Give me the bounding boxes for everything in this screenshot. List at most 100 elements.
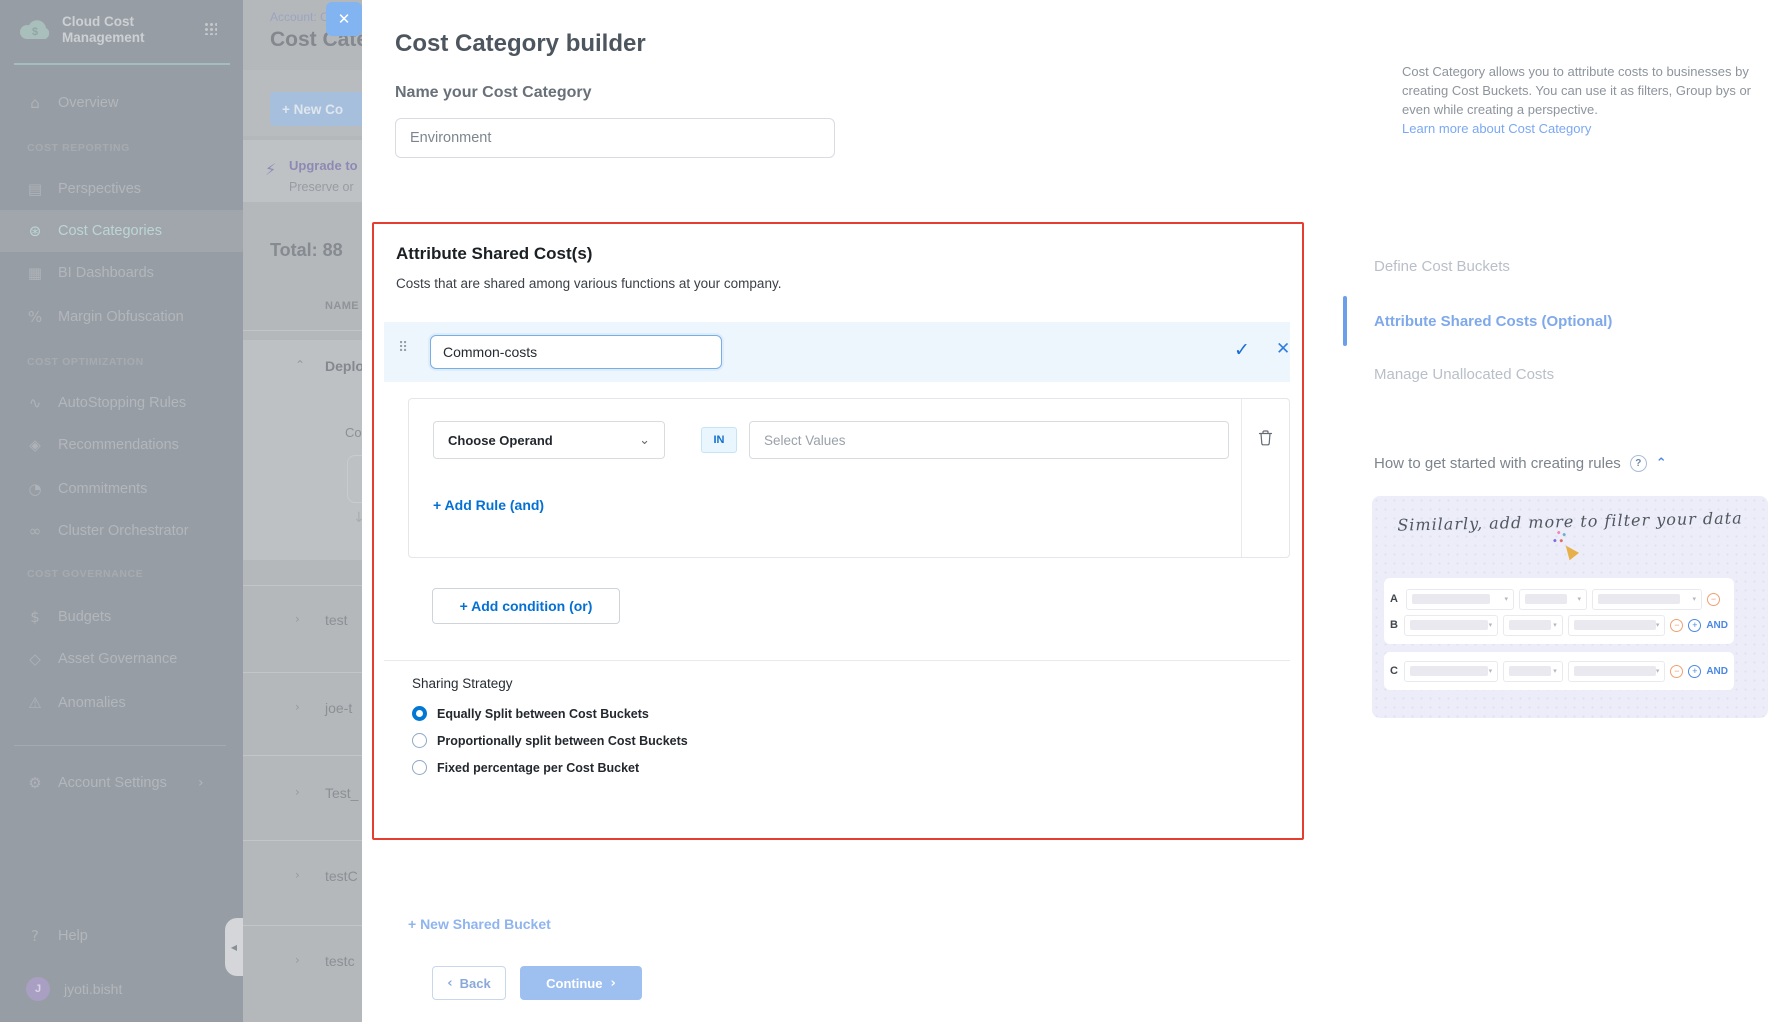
row-label: joe-t	[325, 700, 352, 716]
sidebar-item-overview[interactable]: ⌂ Overview	[0, 82, 243, 124]
sidebar-divider	[14, 745, 226, 746]
pill-dropdown: ▾	[1404, 661, 1498, 682]
illustration-row-c: C ▾ ▾ ▾ − + AND	[1390, 660, 1728, 682]
select-values-input[interactable]	[749, 421, 1229, 459]
operand-select[interactable]: Choose Operand ⌄	[433, 421, 665, 459]
party-popper-icon	[1561, 542, 1579, 560]
sidebar-item-label: Help	[58, 928, 88, 944]
table-row[interactable]: › testC	[243, 868, 362, 892]
ghost-form-box	[347, 455, 362, 503]
remove-circle-icon: −	[1670, 665, 1683, 678]
radio-fixed-percentage[interactable]: Fixed percentage per Cost Bucket	[412, 760, 639, 775]
sidebar-item-asset-governance[interactable]: ◇ Asset Governance	[0, 638, 243, 680]
operator-badge[interactable]: IN	[701, 427, 737, 453]
cost-categories-icon: ⊛	[26, 222, 44, 240]
shared-bucket-name-input[interactable]	[430, 335, 722, 369]
new-cost-category-button[interactable]: + New Co	[270, 92, 362, 126]
row-divider	[243, 672, 362, 673]
sidebar-item-anomalies[interactable]: ⚠ Anomalies	[0, 682, 243, 724]
howto-title: How to get started with creating rules	[1374, 455, 1621, 472]
recommendations-icon: ◈	[26, 436, 44, 454]
sidebar-item-commitments[interactable]: ◔ Commitments	[0, 468, 243, 510]
modal-title: Cost Category builder	[395, 30, 646, 58]
sidebar-item-cost-categories[interactable]: ⊛ Cost Categories	[0, 210, 243, 252]
sidebar-item-label: Account Settings	[58, 775, 167, 791]
pill-dropdown: ▾	[1519, 589, 1587, 610]
row-label: Test_	[325, 785, 358, 801]
step-define-cost-buckets[interactable]: Define Cost Buckets	[1374, 258, 1510, 275]
pill-dropdown: ▾	[1406, 589, 1514, 610]
percent-icon: %	[26, 308, 44, 326]
rules-illustration-panel: Similarly, add more to filter your data …	[1372, 496, 1768, 718]
sidebar-item-recommendations[interactable]: ◈ Recommendations	[0, 424, 243, 466]
chevron-right-icon: ›	[198, 775, 204, 791]
pill-dropdown: ▾	[1568, 615, 1666, 636]
table-row[interactable]: › joe-t	[243, 700, 362, 724]
chevron-right-icon: ›	[295, 785, 300, 799]
sidebar-item-label: Asset Governance	[58, 651, 177, 667]
radio-equally-split[interactable]: Equally Split between Cost Buckets	[412, 706, 649, 721]
sidebar-item-label: Recommendations	[58, 437, 179, 453]
autostopping-icon: ∿	[26, 394, 44, 412]
column-header-name: NAME	[325, 300, 359, 312]
chevron-left-icon: ‹	[447, 976, 452, 991]
sidebar-item-label: Cost Categories	[58, 223, 162, 239]
cost-category-name-input[interactable]	[395, 118, 835, 158]
pill-dropdown: ▾	[1503, 615, 1563, 636]
modal-close-icon[interactable]: ✕	[326, 2, 362, 36]
radio-unselected-icon[interactable]	[412, 733, 427, 748]
chevron-up-icon[interactable]: ⌃	[1656, 456, 1667, 471]
add-rule-link[interactable]: + Add Rule (and)	[433, 497, 544, 513]
howto-header[interactable]: How to get started with creating rules ?…	[1374, 455, 1667, 472]
module-grid-icon[interactable]	[204, 22, 217, 35]
table-row-expanded[interactable]: ⌃ Deplo	[243, 358, 362, 382]
sidebar-item-cluster-orchestrator[interactable]: ∞ Cluster Orchestrator	[0, 510, 243, 552]
step-manage-unallocated-costs[interactable]: Manage Unallocated Costs	[1374, 366, 1554, 383]
radio-unselected-icon[interactable]	[412, 760, 427, 775]
step-attribute-shared-costs[interactable]: Attribute Shared Costs (Optional)	[1374, 313, 1612, 330]
radio-proportionally-split[interactable]: Proportionally split between Cost Bucket…	[412, 733, 688, 748]
table-row[interactable]: › Test_	[243, 785, 362, 809]
learn-more-link[interactable]: Learn more about Cost Category	[1402, 121, 1591, 136]
row-letter: B	[1390, 619, 1399, 631]
cost-category-builder-modal: Cost Category builder Name your Cost Cat…	[362, 0, 1778, 1022]
sidebar-item-perspectives[interactable]: ▤ Perspectives	[0, 168, 243, 210]
row-divider	[243, 755, 362, 756]
pill-dropdown: ▾	[1568, 661, 1666, 682]
sidebar-item-label: Budgets	[58, 609, 111, 625]
sidebar-item-margin-obfuscation[interactable]: % Margin Obfuscation	[0, 296, 243, 338]
banner-title: Upgrade to	[289, 158, 358, 173]
row-letter: C	[1390, 665, 1399, 677]
back-button[interactable]: ‹ Back	[432, 966, 506, 1000]
drag-handle-icon[interactable]: ⠿	[398, 340, 406, 356]
help-bubble-icon: ?	[26, 927, 44, 945]
back-label: Back	[460, 976, 491, 991]
illustration-card: A ▾ ▾ ▾ − B ▾ ▾ ▾ − + AND	[1384, 578, 1734, 644]
clock-icon: ◔	[26, 480, 44, 498]
continue-button[interactable]: Continue ›	[520, 966, 642, 1000]
sidebar-item-budgets[interactable]: $ Budgets	[0, 596, 243, 638]
total-count: Total: 88	[270, 240, 343, 261]
budgets-icon: $	[26, 608, 44, 626]
sidebar-item-help[interactable]: ? Help	[0, 915, 243, 957]
sidebar-item-account-settings[interactable]: ⚙ Account Settings ›	[0, 762, 243, 804]
trash-icon[interactable]	[1258, 429, 1273, 446]
table-row[interactable]: › testc	[243, 953, 362, 977]
name-field-label: Name your Cost Category	[395, 84, 592, 102]
sidebar-collapse-handle[interactable]: ◀	[225, 918, 243, 976]
chevron-up-icon: ⌃	[295, 358, 305, 372]
account-breadcrumb: Account: C	[270, 10, 329, 24]
sidebar-item-autostopping-rules[interactable]: ∿ AutoStopping Rules	[0, 382, 243, 424]
confirm-check-icon[interactable]: ✓	[1234, 339, 1250, 361]
user-menu[interactable]: J jyoti.bisht	[0, 968, 243, 1010]
new-shared-bucket-link[interactable]: + New Shared Bucket	[408, 916, 551, 932]
cancel-x-icon[interactable]: ✕	[1276, 339, 1290, 359]
question-icon[interactable]: ?	[1630, 455, 1647, 472]
add-condition-button[interactable]: + Add condition (or)	[432, 588, 620, 624]
table-row[interactable]: › test	[243, 612, 362, 636]
row-sub-label: Co	[243, 425, 362, 449]
radio-selected-icon[interactable]	[412, 706, 427, 721]
svg-text:$: $	[32, 26, 38, 38]
remove-circle-icon: −	[1707, 593, 1720, 606]
sidebar-item-bi-dashboards[interactable]: ▦ BI Dashboards	[0, 252, 243, 294]
